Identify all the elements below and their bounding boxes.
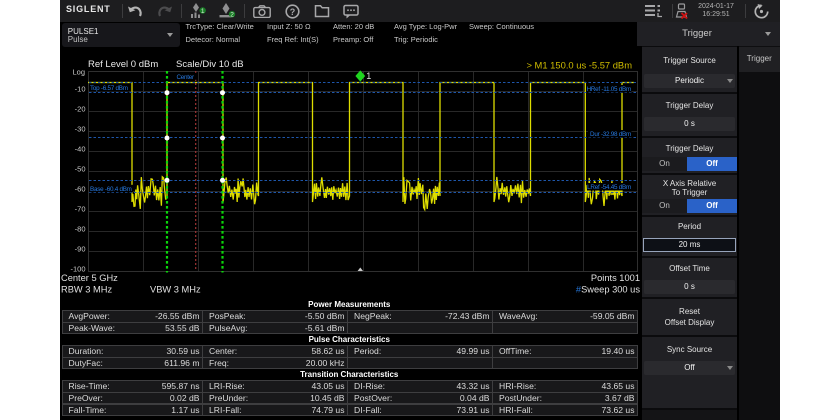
svg-text:LRef -54.45 dBm: LRef -54.45 dBm	[587, 184, 631, 191]
svg-text:-40: -40	[75, 145, 86, 154]
svg-text:Log: Log	[72, 68, 85, 77]
svg-text:-20: -20	[75, 105, 86, 114]
svg-text:Ref Level 0 dBm: Ref Level 0 dBm	[88, 59, 158, 70]
svg-text:-90: -90	[75, 245, 86, 254]
svg-text:#Sweep 300 us: #Sweep 300 us	[576, 285, 640, 295]
svg-text:-70: -70	[75, 205, 86, 214]
svg-text:Top -6.57 dBm: Top -6.57 dBm	[90, 85, 128, 92]
svg-text:VBW 3 MHz: VBW 3 MHz	[150, 285, 201, 295]
svg-text:-80: -80	[75, 225, 86, 234]
svg-text:-60: -60	[75, 185, 86, 194]
svg-text:Base -60.4 dBm: Base -60.4 dBm	[90, 186, 132, 193]
svg-text:Center 5 GHz: Center 5 GHz	[61, 273, 118, 283]
svg-text:Center: Center	[177, 74, 195, 81]
svg-text:1: 1	[366, 71, 371, 81]
svg-text:HRef -11.05 dBm: HRef -11.05 dBm	[587, 86, 631, 93]
svg-text:RBW 3 MHz: RBW 3 MHz	[61, 285, 112, 295]
svg-text:Points 1001: Points 1001	[591, 273, 640, 283]
svg-text:2: 2	[230, 12, 234, 19]
svg-text:> M1 150.0 us -5.57 dBm: > M1 150.0 us -5.57 dBm	[526, 60, 632, 71]
svg-text:-10: -10	[75, 85, 86, 94]
svg-text:-30: -30	[75, 125, 86, 134]
svg-text:Dur -32.98 dBm: Dur -32.98 dBm	[590, 131, 631, 138]
svg-text:Scale/Div 10 dB: Scale/Div 10 dB	[176, 59, 244, 70]
svg-text:?: ?	[290, 6, 296, 16]
svg-text:1: 1	[201, 8, 205, 15]
svg-text:-50: -50	[75, 165, 86, 174]
